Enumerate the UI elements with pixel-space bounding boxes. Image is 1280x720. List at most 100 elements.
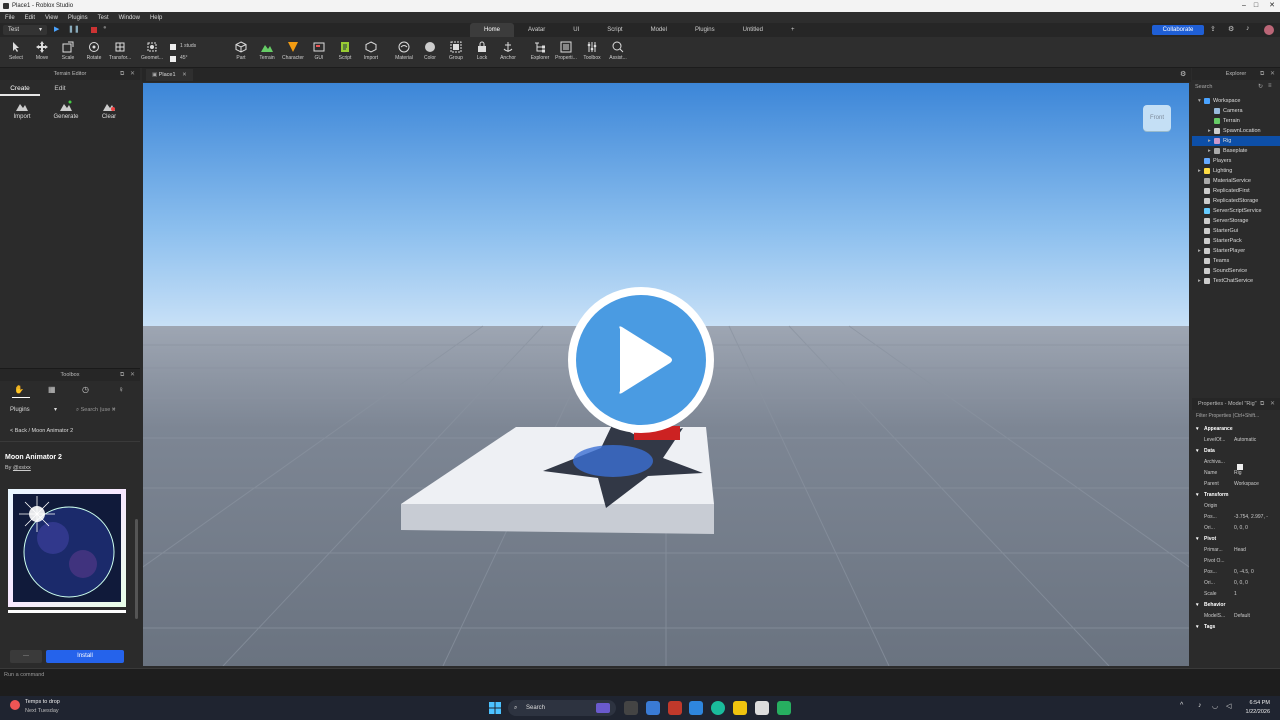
tab-script[interactable]: Script — [593, 23, 636, 37]
weather-icon[interactable] — [10, 700, 20, 710]
property-value[interactable]: 1 — [1234, 589, 1278, 600]
property-value[interactable]: 0, 0, 0 — [1234, 523, 1278, 534]
close-icon[interactable]: ✕ — [1270, 68, 1275, 80]
property-row[interactable]: Ori... 0, 0, 0 — [1192, 578, 1280, 589]
property-row[interactable]: Pos... 0, -4.5, 0 — [1192, 567, 1280, 578]
undock-icon[interactable]: ⧉ — [120, 68, 124, 80]
character-tool[interactable]: Character — [281, 41, 305, 61]
settings-gear-icon[interactable]: ⚙ — [1228, 25, 1234, 33]
explorer-tool[interactable]: Explorer — [528, 41, 552, 61]
collapse-arrow-icon[interactable]: ▾ — [1196, 490, 1199, 501]
explorer-item-baseplate[interactable]: ▸ Baseplate — [1192, 146, 1280, 156]
tab-edit[interactable]: Edit — [42, 82, 78, 96]
roblox-studio-taskbar-icon[interactable] — [755, 701, 769, 715]
view-settings-icon[interactable]: ⚙ — [1180, 70, 1186, 78]
collapse-arrow-icon[interactable]: ▾ — [1196, 622, 1199, 633]
collapse-arrow-icon[interactable]: ▾ — [1196, 534, 1199, 545]
close-icon[interactable]: ✕ — [130, 369, 135, 381]
property-section[interactable]: ▾ Transform — [1192, 490, 1280, 501]
property-section[interactable]: ▾ Tags — [1192, 622, 1280, 633]
install-button[interactable]: Install — [46, 650, 124, 663]
close-icon[interactable]: ✕ — [1260, 0, 1280, 12]
properties-filter-input[interactable]: Filter Properties (Ctrl+Shift... — [1196, 411, 1280, 421]
property-section[interactable]: ▾ Behavior — [1192, 600, 1280, 611]
clock-date[interactable]: 1/22/2026 — [1240, 709, 1270, 715]
app-icon[interactable] — [668, 701, 682, 715]
toolbox-tool[interactable]: Toolbox — [580, 41, 604, 61]
play-icon[interactable]: ▶ — [54, 25, 59, 33]
category-select[interactable]: Plugins ▾ — [4, 404, 64, 416]
snap-move-checkbox[interactable] — [170, 44, 176, 50]
terrain-clear-button[interactable]: Clear — [96, 100, 122, 120]
explorer-item-spawnlocation[interactable]: ▸ SpawnLocation — [1192, 126, 1280, 136]
tab-create[interactable]: Create — [0, 82, 40, 96]
scale-tool[interactable]: Scale — [56, 41, 80, 61]
settings-icon[interactable]: ● — [103, 25, 107, 31]
lightbulb-icon[interactable]: ♀ — [118, 385, 124, 394]
terrain-tool[interactable]: Terrain — [255, 41, 279, 61]
video-play-button[interactable] — [568, 287, 714, 433]
terrain-generate-button[interactable]: Generate — [50, 100, 82, 120]
property-row[interactable]: Pivot O... — [1192, 556, 1280, 567]
collapse-arrow-icon[interactable]: ▾ — [1196, 424, 1199, 435]
stop-icon[interactable] — [91, 27, 97, 33]
undock-icon[interactable]: ⧉ — [1260, 398, 1264, 410]
tab-ui[interactable]: UI — [559, 23, 593, 37]
rotate-tool[interactable]: Rotate — [82, 41, 106, 61]
property-row[interactable]: Pos... -3.754, 2.997, - — [1192, 512, 1280, 523]
property-value[interactable]: 0, 0, 0 — [1234, 578, 1278, 589]
explorer-item-teams[interactable]: Teams — [1192, 256, 1280, 266]
collapse-arrow-icon[interactable]: ▾ — [1196, 446, 1199, 457]
tab-plugins[interactable]: Plugins — [681, 23, 729, 37]
pause-icon[interactable]: ❚❚ — [68, 25, 80, 33]
explorer-item-rig[interactable]: ▸ Rig — [1192, 136, 1280, 146]
explorer-item-materialservice[interactable]: MaterialService — [1192, 176, 1280, 186]
properties-tool[interactable]: Properti... — [554, 41, 578, 61]
collaborate-button[interactable]: Collaborate — [1152, 25, 1204, 35]
clock-icon[interactable]: ◷ — [82, 385, 89, 394]
property-section[interactable]: ▾ Data — [1192, 446, 1280, 457]
menu-plugins[interactable]: Plugins — [63, 15, 93, 21]
add-tab-button[interactable]: + — [777, 23, 809, 37]
property-section[interactable]: ▾ Pivot — [1192, 534, 1280, 545]
explorer-item-replicatedstorage[interactable]: ReplicatedStorage — [1192, 196, 1280, 206]
explorer-item-textchatservice[interactable]: ▸ TextChatService — [1192, 276, 1280, 286]
explorer-item-starterplayer[interactable]: ▸ StarterPlayer — [1192, 246, 1280, 256]
archivable-checkbox[interactable] — [1237, 464, 1243, 470]
menu-file[interactable]: File — [0, 15, 20, 21]
transform-tool[interactable]: Transfor... — [108, 41, 132, 61]
bell-icon[interactable]: ♪ — [1246, 25, 1250, 32]
filter-icon[interactable]: ≡ — [1268, 83, 1272, 89]
property-value[interactable]: 0, -4.5, 0 — [1234, 567, 1278, 578]
volume-icon[interactable]: ◁ — [1226, 702, 1231, 710]
mode-select[interactable]: Test ▾ — [3, 25, 47, 35]
snap-move-value[interactable]: 1 studs — [180, 43, 196, 49]
property-section[interactable]: ▾ Appearance — [1192, 424, 1280, 435]
document-tab[interactable]: ▣ Place1 ✕ — [146, 69, 193, 81]
close-icon[interactable]: ✕ — [130, 68, 135, 80]
refresh-icon[interactable]: ↻ — [1258, 83, 1263, 90]
move-tool[interactable]: Move — [30, 41, 54, 61]
3d-viewport[interactable]: Front — [143, 83, 1189, 666]
explorer-item-lighting[interactable]: ▸ Lighting — [1192, 166, 1280, 176]
anchor-tool[interactable]: Anchor — [496, 41, 520, 61]
explorer-item-soundservice[interactable]: SoundService — [1192, 266, 1280, 276]
property-value[interactable]: Workspace — [1234, 479, 1278, 490]
property-row[interactable]: Parent Workspace — [1192, 479, 1280, 490]
geometry-tool[interactable]: Geomet... — [140, 41, 164, 61]
mail-icon[interactable] — [646, 701, 660, 715]
file-explorer-icon[interactable] — [733, 701, 747, 715]
menu-view[interactable]: View — [40, 15, 63, 21]
select-tool[interactable]: Select — [4, 41, 28, 61]
task-view-icon[interactable] — [624, 701, 638, 715]
share-icon[interactable]: ⇪ — [1210, 25, 1216, 33]
property-row[interactable]: Ori... 0, 0, 0 — [1192, 523, 1280, 534]
explorer-item-serverstorage[interactable]: ServerStorage — [1192, 216, 1280, 226]
scrollbar[interactable] — [135, 519, 138, 619]
wifi-icon[interactable]: ◡ — [1212, 702, 1218, 710]
undock-icon[interactable]: ⧉ — [1260, 68, 1264, 80]
property-value[interactable]: -3.754, 2.997, - — [1234, 512, 1278, 523]
breadcrumb[interactable]: < Back / Moon Animator 2 — [10, 428, 73, 434]
view-cube[interactable]: Front — [1143, 105, 1171, 131]
group-tool[interactable]: Group — [444, 41, 468, 61]
